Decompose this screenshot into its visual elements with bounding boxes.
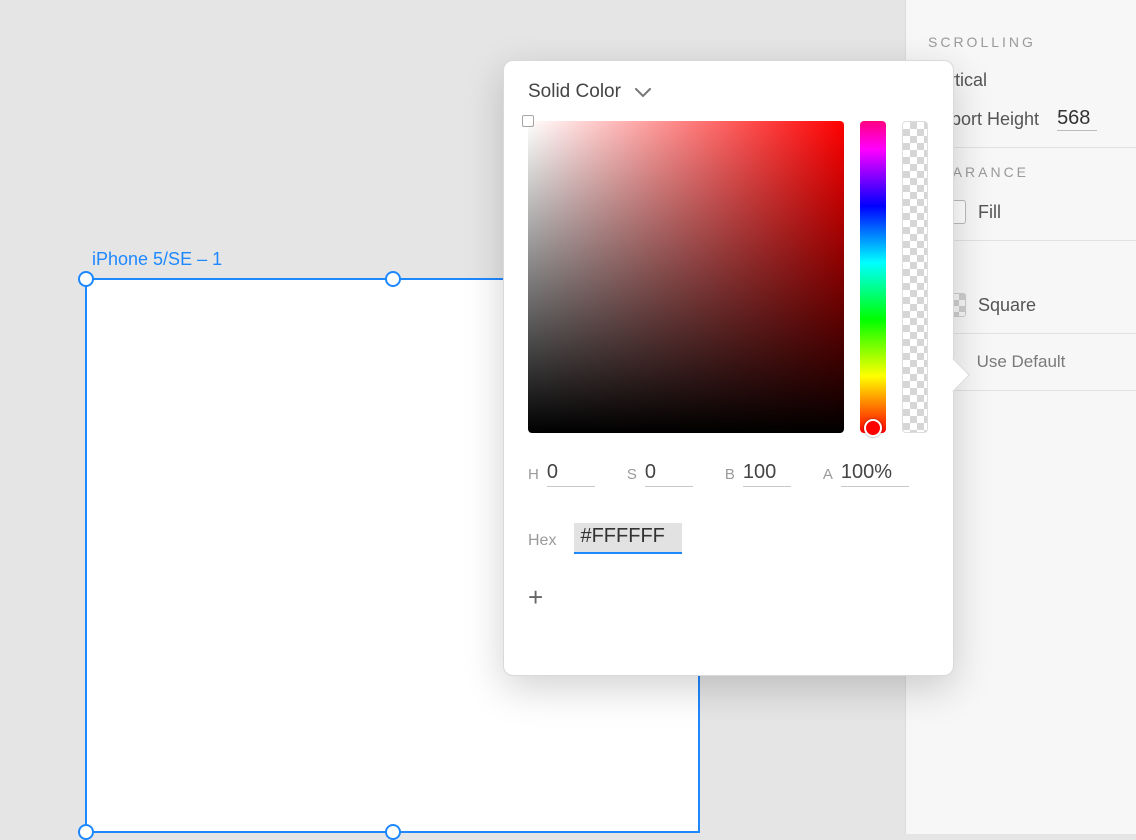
chevron-down-icon — [635, 82, 651, 103]
resize-handle-top-middle[interactable] — [385, 271, 401, 287]
section-title-scrolling: SCROLLING — [928, 34, 1136, 50]
viewport-height-input[interactable] — [1057, 107, 1097, 131]
resize-handle-bottom-middle[interactable] — [385, 824, 401, 840]
hue-input[interactable] — [547, 461, 595, 487]
color-mode-dropdown[interactable]: Solid Color — [528, 81, 929, 103]
alpha-slider[interactable] — [902, 121, 928, 433]
saturation-input[interactable] — [645, 461, 693, 487]
color-mode-label: Solid Color — [528, 81, 621, 103]
hue-slider[interactable] — [860, 121, 886, 433]
resize-handle-top-left[interactable] — [78, 271, 94, 287]
hue-cursor[interactable] — [864, 419, 882, 437]
hex-label: Hex — [528, 532, 556, 554]
add-swatch-button[interactable]: + — [528, 582, 929, 613]
section-title-appearance: PEARANCE — [928, 164, 1136, 180]
alpha-input[interactable] — [841, 461, 909, 487]
section-title-grid: ID — [928, 257, 1136, 273]
scroll-direction-row[interactable]: Vertical — [928, 70, 1136, 91]
saturation-label: S — [627, 466, 637, 487]
fill-row[interactable]: Fill — [928, 200, 1136, 224]
color-picker-popover: Solid Color H S B A Hex — [503, 60, 954, 676]
saturation-value-area[interactable] — [528, 121, 844, 433]
sv-cursor[interactable] — [522, 115, 534, 127]
grid-row[interactable]: Square — [928, 293, 1136, 317]
artboard-title[interactable]: iPhone 5/SE – 1 — [92, 249, 222, 270]
hue-label: H — [528, 466, 539, 487]
resize-handle-bottom-left[interactable] — [78, 824, 94, 840]
viewport-height-row: ewport Height — [928, 107, 1136, 131]
brightness-label: B — [725, 466, 735, 487]
fill-label: Fill — [978, 202, 1001, 223]
alpha-label: A — [823, 466, 833, 487]
hex-input[interactable] — [574, 523, 682, 554]
grid-shape-label: Square — [978, 295, 1036, 316]
brightness-input[interactable] — [743, 461, 791, 487]
